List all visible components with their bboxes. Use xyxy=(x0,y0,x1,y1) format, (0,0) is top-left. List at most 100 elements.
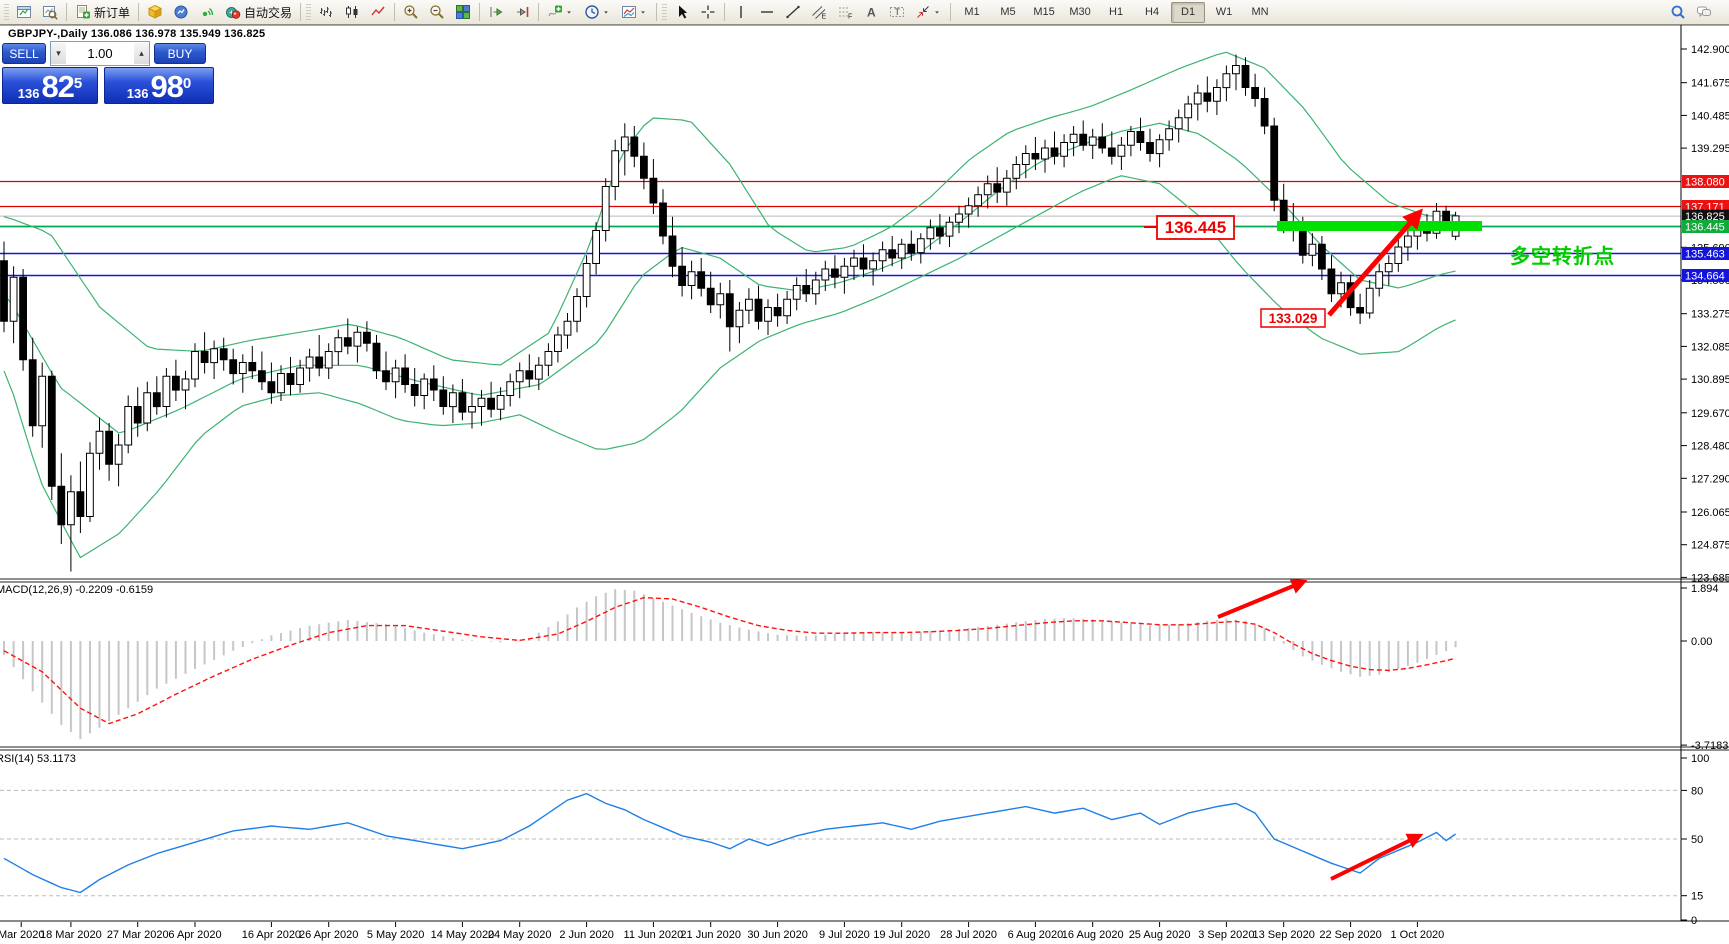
sell-button[interactable]: SELL xyxy=(2,43,46,64)
bar-chart-button[interactable] xyxy=(314,1,338,24)
templates-icon xyxy=(621,4,637,20)
volume-decrease-button[interactable]: ▾ xyxy=(51,43,66,64)
price-annotation-text: 136.445 xyxy=(1165,218,1226,237)
auto-trading-label: 自动交易 xyxy=(244,4,292,21)
market-watch-button[interactable] xyxy=(143,1,167,24)
sell-price-base: 136 xyxy=(18,86,40,101)
search-button[interactable] xyxy=(1666,1,1690,24)
rsi-tick-label: 80 xyxy=(1691,785,1703,797)
toolbar: 新订单 自动交易 E F A T M1M5M15M30H1H4D1W1MN xyxy=(0,0,1729,25)
tile-windows-button[interactable] xyxy=(451,1,475,24)
timeframe-mn-button[interactable]: MN xyxy=(1243,2,1277,23)
zoom-out-button[interactable] xyxy=(425,1,449,24)
sell-price-button[interactable]: 136825 xyxy=(2,67,98,104)
chat-icon xyxy=(1696,4,1712,20)
horizontal-line-icon xyxy=(759,4,775,20)
arrows-button[interactable] xyxy=(911,1,946,24)
date-tick-label: 13 Sep 2020 xyxy=(1253,929,1315,941)
signals-button[interactable] xyxy=(195,1,219,24)
candle-chart-button[interactable] xyxy=(340,1,364,24)
tile-windows-icon xyxy=(455,4,471,20)
equidistant-channel-button[interactable]: E xyxy=(807,1,831,24)
market-watch-icon xyxy=(147,4,163,20)
macd-label: MACD(12,26,9) -0.2209 -0.6159 xyxy=(0,584,153,596)
toolbar-separator xyxy=(656,3,657,21)
data-window-button[interactable] xyxy=(169,1,193,24)
trendline-button[interactable] xyxy=(781,1,805,24)
periods-button[interactable] xyxy=(580,1,615,24)
note-text[interactable]: 多空转折点 xyxy=(1510,244,1615,268)
auto-scroll-button[interactable] xyxy=(484,1,508,24)
chat-button[interactable] xyxy=(1692,1,1716,24)
timeframe-m15-button[interactable]: M15 xyxy=(1027,2,1061,23)
line-chart-button[interactable] xyxy=(366,1,390,24)
price-tick-label: 124.875 xyxy=(1691,540,1729,552)
price-tick-label: 132.085 xyxy=(1691,341,1729,353)
templates-button[interactable] xyxy=(617,1,652,24)
toolbar-grip[interactable] xyxy=(4,4,9,20)
date-tick-label: 28 Jul 2020 xyxy=(940,929,997,941)
chart-shift-icon xyxy=(514,4,530,20)
date-tick-label: 9 Jul 2020 xyxy=(819,929,870,941)
horizontal-line-button[interactable] xyxy=(755,1,779,24)
buy-price-button[interactable]: 136980 xyxy=(104,67,214,104)
timeframe-m30-button[interactable]: M30 xyxy=(1063,2,1097,23)
price-tick-label: 127.290 xyxy=(1691,473,1729,485)
rsi-tick-label: 50 xyxy=(1691,834,1703,846)
arrows-caret-icon[interactable] xyxy=(932,5,942,19)
crosshair-button[interactable] xyxy=(696,1,720,24)
svg-text:T: T xyxy=(895,7,901,17)
timeframe-d1-button[interactable]: D1 xyxy=(1171,2,1205,23)
macd-tick-label: 1.894 xyxy=(1691,583,1719,595)
fibonacci-button[interactable]: F xyxy=(833,1,857,24)
cursor-icon xyxy=(674,4,690,20)
text-icon: A xyxy=(863,4,879,20)
green-resistance-bar[interactable] xyxy=(1277,221,1482,231)
volume-increase-button[interactable]: ▴ xyxy=(134,43,149,64)
equidistant-channel-icon: E xyxy=(811,4,827,20)
text-button[interactable]: A xyxy=(859,1,883,24)
templates-caret-icon[interactable] xyxy=(638,5,648,19)
price-chart-svg[interactable]: 136.445133.029多空转折点142.900141.675140.485… xyxy=(0,0,1729,944)
rsi-label: RSI(14) 53.1173 xyxy=(0,753,76,765)
data-window-icon xyxy=(173,4,189,20)
date-tick-label: 1 Oct 2020 xyxy=(1390,929,1444,941)
text-label-button[interactable]: T xyxy=(885,1,909,24)
new-order-button[interactable]: 新订单 xyxy=(71,1,134,24)
cursor-button[interactable] xyxy=(670,1,694,24)
rsi-tick-label: 0 xyxy=(1691,915,1697,927)
price-tick-label: 142.900 xyxy=(1691,44,1729,56)
macd-tick-label: 0.00 xyxy=(1691,636,1712,648)
one-click-trading-panel: SELL ▾ ▴ BUY 136825 136980 xyxy=(2,42,214,104)
candle-chart-icon xyxy=(344,4,360,20)
new-chart-button[interactable] xyxy=(12,1,36,24)
zoom-in-icon xyxy=(403,4,419,20)
periods-caret-icon[interactable] xyxy=(601,5,611,19)
vertical-line-button[interactable] xyxy=(729,1,753,24)
timeframe-m1-button[interactable]: M1 xyxy=(955,2,989,23)
indicators-button[interactable] xyxy=(543,1,578,24)
price-badge-label: 138.080 xyxy=(1685,177,1725,189)
svg-text:A: A xyxy=(867,6,876,20)
indicators-caret-icon[interactable] xyxy=(564,5,574,19)
buy-button[interactable]: BUY xyxy=(154,43,206,64)
timeframe-m5-button[interactable]: M5 xyxy=(991,2,1025,23)
date-tick-label: 25 Aug 2020 xyxy=(1129,929,1191,941)
profiles-button[interactable] xyxy=(38,1,62,24)
volume-stepper: ▾ ▴ xyxy=(50,41,150,66)
toolbar-grip[interactable] xyxy=(306,4,311,20)
toolbar-separator xyxy=(300,3,301,21)
zoom-in-button[interactable] xyxy=(399,1,423,24)
timeframe-w1-button[interactable]: W1 xyxy=(1207,2,1241,23)
profiles-icon xyxy=(42,4,58,20)
date-tick-label: 21 Jun 2020 xyxy=(680,929,741,941)
svg-text:F: F xyxy=(848,14,852,21)
toolbar-grip[interactable] xyxy=(662,4,667,20)
timeframe-h1-button[interactable]: H1 xyxy=(1099,2,1133,23)
arrows-icon xyxy=(915,4,931,20)
chart-shift-button[interactable] xyxy=(510,1,534,24)
auto-trading-button[interactable]: 自动交易 xyxy=(221,1,296,24)
date-tick-label: 18 Mar 2020 xyxy=(40,929,102,941)
volume-input[interactable] xyxy=(66,43,134,64)
timeframe-h4-button[interactable]: H4 xyxy=(1135,2,1169,23)
